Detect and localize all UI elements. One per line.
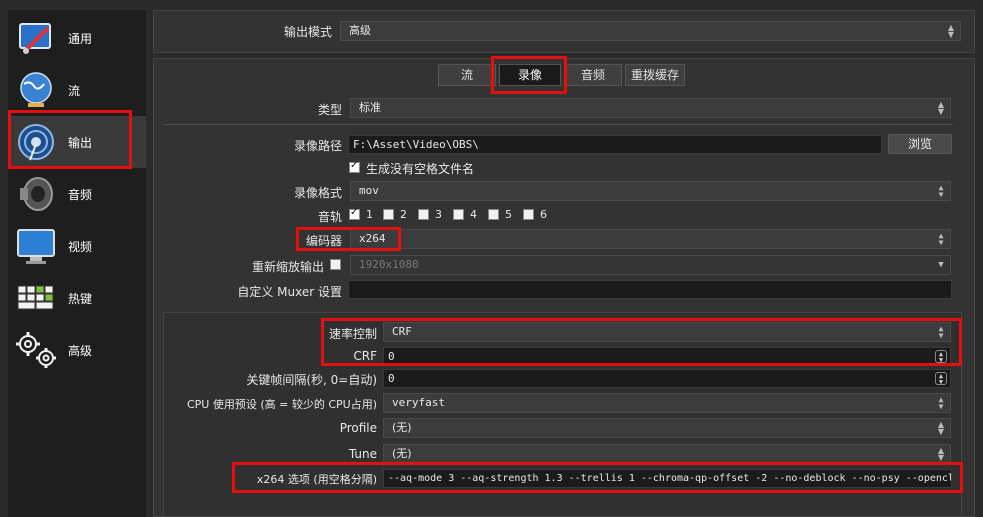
- cpu-preset-value: veryfast: [392, 396, 445, 409]
- type-label: 类型: [317, 103, 342, 117]
- track-2-label: 2: [400, 208, 407, 221]
- custom-muxer-input[interactable]: [348, 280, 952, 299]
- spinner-arrows-icon[interactable]: ▲ ▼: [935, 350, 947, 364]
- recording-format-label: 录像格式: [293, 186, 342, 200]
- tab-label: 重拨缓存: [630, 68, 679, 82]
- keyframe-interval-spinbox[interactable]: 0 ▲ ▼: [383, 369, 951, 388]
- tune-select[interactable]: (无) ▲ ▼: [383, 444, 951, 464]
- keyframe-interval-value: 0: [388, 372, 395, 385]
- monitor-icon: [14, 224, 58, 268]
- keyframe-interval-label: 关键帧间隔(秒, 0=自动): [246, 373, 377, 387]
- no-space-filename-label: 生成没有空格文件名: [366, 162, 475, 176]
- rescale-output-select[interactable]: 1920x1080 ▼: [350, 255, 951, 275]
- output-mode-label: 输出模式: [283, 25, 332, 39]
- sidebar-item-audio[interactable]: 音频: [8, 168, 146, 220]
- sidebar-item-video[interactable]: 视频: [8, 220, 146, 272]
- profile-select[interactable]: (无) ▲ ▼: [383, 418, 951, 438]
- cpu-preset-label: CPU 使用预设 (高 = 较少的 CPU占用): [186, 398, 377, 411]
- crf-label: CRF: [353, 349, 377, 363]
- sidebar-item-label: 视频: [68, 239, 93, 254]
- broadcast-icon: [14, 120, 58, 164]
- x264-options-input[interactable]: --aq-mode 3 --aq-strength 1.3 --trellis …: [383, 469, 952, 488]
- rescale-output-label: 重新缩放输出: [251, 260, 324, 274]
- rate-control-select[interactable]: CRF ▲ ▼: [383, 322, 951, 342]
- globe-icon: [14, 68, 58, 112]
- spinner-arrows-icon[interactable]: ▲ ▼: [935, 372, 947, 386]
- cpu-preset-select[interactable]: veryfast ▲ ▼: [383, 393, 951, 413]
- chevron-up-down-icon: ▲ ▼: [938, 183, 944, 199]
- track-5-checkbox[interactable]: [488, 209, 499, 220]
- settings-sidebar: 通用 流 输出 音频 视频 热键 高级: [8, 10, 146, 517]
- browse-button[interactable]: 浏览: [888, 134, 952, 154]
- track-1-label: 1: [366, 208, 373, 221]
- divider: [163, 124, 953, 125]
- sidebar-item-label: 流: [68, 83, 81, 98]
- sidebar-item-advanced[interactable]: 高级: [8, 324, 146, 376]
- recording-path-input[interactable]: F:\Asset\Video\OBS\: [348, 135, 882, 154]
- rate-control-label: 速率控制: [328, 327, 377, 341]
- tab-label: 录像: [517, 68, 542, 82]
- track-2-checkbox[interactable]: [383, 209, 394, 220]
- no-space-filename-checkbox[interactable]: [349, 160, 360, 173]
- tab-stream[interactable]: 流: [438, 64, 496, 86]
- sidebar-item-stream[interactable]: 流: [8, 64, 146, 116]
- encoder-value: x264: [359, 232, 386, 245]
- track-1-checkbox[interactable]: [349, 207, 360, 220]
- chevron-up-down-icon: ▲ ▼: [938, 231, 944, 247]
- recording-format-value: mov: [359, 184, 379, 197]
- track-3-checkbox[interactable]: [418, 209, 429, 220]
- tab-audio[interactable]: 音频: [564, 64, 622, 86]
- tune-label: Tune: [348, 447, 377, 461]
- sidebar-item-label: 通用: [68, 31, 93, 46]
- sidebar-item-hotkeys[interactable]: 热键: [8, 272, 146, 324]
- custom-muxer-label: 自定义 Muxer 设置: [237, 285, 342, 299]
- sidebar-item-label: 输出: [68, 135, 93, 150]
- type-select[interactable]: 标准 ▲ ▼: [350, 98, 951, 118]
- track-3-label: 3: [435, 208, 442, 221]
- type-value: 标准: [359, 101, 381, 114]
- sidebar-item-output[interactable]: 输出: [8, 116, 146, 168]
- chevron-down-icon: ▼: [938, 260, 944, 270]
- rate-control-value: CRF: [392, 325, 412, 338]
- tab-replay-buffer[interactable]: 重拨缓存: [625, 64, 685, 86]
- tab-recording[interactable]: 录像: [499, 64, 561, 86]
- encoder-select[interactable]: x264 ▲ ▼: [350, 229, 951, 249]
- track-6-label: 6: [540, 208, 547, 221]
- encoder-label: 编码器: [305, 234, 342, 248]
- track-4-label: 4: [470, 208, 477, 221]
- sidebar-item-label: 高级: [68, 343, 93, 358]
- gears-icon: [14, 328, 58, 372]
- rescale-output-value: 1920x1080: [359, 258, 419, 271]
- track-4-checkbox[interactable]: [453, 209, 464, 220]
- crf-value: 0: [388, 350, 395, 363]
- sidebar-item-label: 音频: [68, 187, 93, 202]
- tune-value: (无): [392, 447, 412, 460]
- tab-label: 流: [460, 68, 473, 82]
- profile-label: Profile: [339, 421, 377, 435]
- chevron-up-down-icon: ▲ ▼: [937, 100, 945, 116]
- chevron-up-down-icon: ▲ ▼: [938, 324, 944, 340]
- output-mode-select[interactable]: 高级 ▲ ▼: [340, 21, 961, 41]
- audio-tracks-label: 音轨: [317, 210, 342, 224]
- chevron-up-down-icon: ▲ ▼: [937, 446, 945, 462]
- chevron-up-down-icon: ▲ ▼: [938, 395, 944, 411]
- track-5-label: 5: [505, 208, 512, 221]
- chevron-up-down-icon: ▲ ▼: [937, 420, 945, 436]
- crf-spinbox[interactable]: 0 ▲ ▼: [383, 347, 951, 366]
- recording-format-select[interactable]: mov ▲ ▼: [350, 181, 951, 201]
- x264-options-label: x264 选项 (用空格分隔): [256, 473, 377, 486]
- tools-icon: [14, 16, 58, 60]
- speaker-icon: [14, 172, 58, 216]
- sidebar-item-label: 热键: [68, 291, 93, 306]
- chevron-up-down-icon: ▲ ▼: [947, 23, 955, 39]
- sidebar-item-general[interactable]: 通用: [8, 12, 146, 64]
- keyboard-icon: [14, 276, 58, 320]
- recording-path-label: 录像路径: [293, 139, 342, 153]
- rescale-output-checkbox[interactable]: [330, 259, 341, 270]
- output-mode-value: 高级: [349, 24, 371, 37]
- track-6-checkbox[interactable]: [523, 209, 534, 220]
- tab-label: 音频: [580, 68, 605, 82]
- profile-value: (无): [392, 421, 412, 434]
